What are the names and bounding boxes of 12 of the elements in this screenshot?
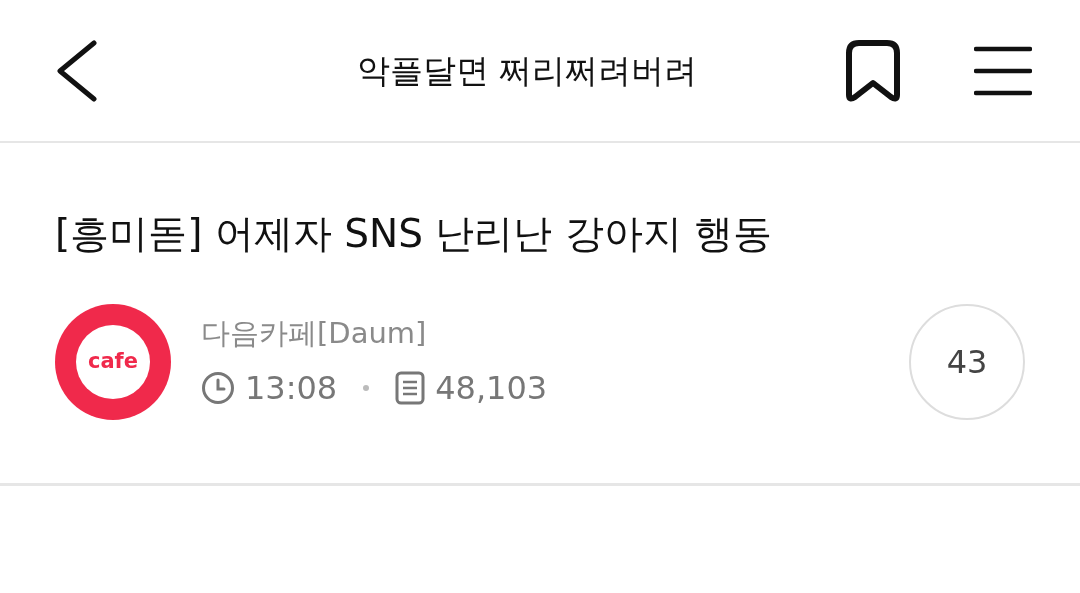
post-title: [흥미돋] 어제자 SNS 난리난 강아지 행동 xyxy=(55,211,774,258)
clock-icon xyxy=(201,370,235,405)
document-icon xyxy=(395,370,426,405)
cafe-logo: cafe xyxy=(55,303,171,420)
comment-count[interactable]: 43 xyxy=(909,303,1025,420)
source-name: 다음카페[Daum] xyxy=(201,315,428,353)
post-time: 13:08 xyxy=(245,367,338,409)
view-count: 48,103 xyxy=(435,367,548,409)
separator-dot xyxy=(363,384,370,391)
menu-icon[interactable] xyxy=(974,44,1032,97)
board-title: 악플달면 쩌리쩌려버려 xyxy=(356,49,698,92)
bookmark-icon[interactable] xyxy=(844,38,902,103)
